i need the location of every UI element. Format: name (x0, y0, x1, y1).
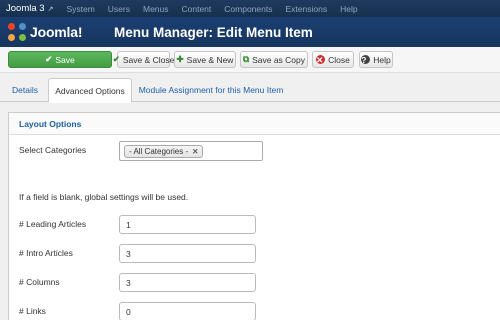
layout-options-panel: Layout Options Select Categories - All C… (8, 112, 500, 320)
layout-options-legend: Layout Options (9, 113, 500, 135)
nav-item-users[interactable]: Users (108, 4, 130, 14)
leading-articles-row: # Leading Articles (9, 215, 499, 235)
intro-articles-input[interactable] (119, 244, 256, 263)
help-button[interactable]: ? Help (359, 51, 393, 68)
nav-item-system[interactable]: System (66, 4, 94, 14)
nav-item-menus[interactable]: Menus (143, 4, 169, 14)
page-header: Joomla! Menu Manager: Edit Menu Item (0, 17, 500, 47)
save-and-close-label: Save & Close (122, 54, 175, 65)
save-and-new-label: Save & New (186, 54, 234, 65)
category-chip-label: - All Categories - (129, 147, 189, 156)
close-button-label: Close (328, 54, 350, 65)
tab-details[interactable]: Details (8, 78, 42, 102)
columns-input[interactable] (119, 273, 256, 292)
save-button[interactable]: ✔ Save (8, 51, 112, 68)
links-label: # Links (19, 306, 46, 316)
save-button-label: Save (55, 54, 75, 65)
save-as-copy-label: Save as Copy (252, 54, 305, 65)
save-and-close-button[interactable]: ✔ Save & Close (113, 51, 174, 68)
leading-articles-label: # Leading Articles (19, 219, 87, 229)
nav-item-content[interactable]: Content (182, 4, 212, 14)
intro-articles-label: # Intro Articles (19, 248, 73, 258)
joomla-logo-icon (8, 23, 26, 41)
brand-label: Joomla 3 (6, 3, 45, 14)
nav-item-help[interactable]: Help (340, 4, 357, 14)
select-categories-label: Select Categories (19, 145, 87, 155)
help-button-label: Help (373, 54, 391, 65)
admin-top-nav: Joomla 3 ↗ System Users Menus Content Co… (0, 0, 500, 17)
columns-row: # Columns (9, 273, 499, 293)
remove-chip-icon[interactable]: ✕ (192, 147, 198, 156)
close-circle-icon: ✕ (316, 55, 326, 65)
nav-item-components[interactable]: Components (224, 4, 272, 14)
check-icon: ✔ (112, 54, 120, 64)
legend-title: Layout Options (19, 118, 82, 129)
intro-articles-row: # Intro Articles (9, 244, 499, 264)
action-toolbar: ✔ Save ✔ Save & Close ✚ Save & New ⧉ Sav… (0, 47, 500, 73)
plus-icon: ✚ (176, 54, 184, 64)
links-row: # Links (9, 302, 499, 320)
joomla-logo: Joomla! (8, 23, 108, 41)
save-and-new-button[interactable]: ✚ Save & New (174, 51, 236, 68)
blank-field-note: If a field is blank, global settings wil… (19, 192, 189, 202)
save-as-copy-button[interactable]: ⧉ Save as Copy (240, 51, 308, 68)
page-title: Menu Manager: Edit Menu Item (114, 24, 313, 40)
external-link-icon: ↗ (47, 5, 54, 13)
site-brand-link[interactable]: Joomla 3 ↗ (6, 3, 53, 14)
copy-icon: ⧉ (243, 54, 250, 64)
nav-item-extensions[interactable]: Extensions (285, 4, 327, 14)
links-input[interactable] (119, 302, 256, 320)
columns-label: # Columns (19, 277, 60, 287)
tab-module-assignment[interactable]: Module Assignment for this Menu Item (136, 78, 286, 102)
edit-tabs: Details Advanced Options Module Assignme… (0, 78, 500, 103)
close-button[interactable]: ✕ Close (312, 51, 354, 68)
category-chip: - All Categories - ✕ (124, 145, 204, 158)
select-categories-row: Select Categories - All Categories - ✕ (9, 141, 499, 161)
category-multiselect[interactable]: - All Categories - ✕ (119, 141, 263, 161)
check-icon: ✔ (45, 54, 53, 64)
leading-articles-input[interactable] (119, 215, 256, 234)
tab-advanced-options[interactable]: Advanced Options (48, 78, 132, 103)
question-circle-icon: ? (361, 55, 371, 65)
logo-text: Joomla! (30, 24, 83, 40)
